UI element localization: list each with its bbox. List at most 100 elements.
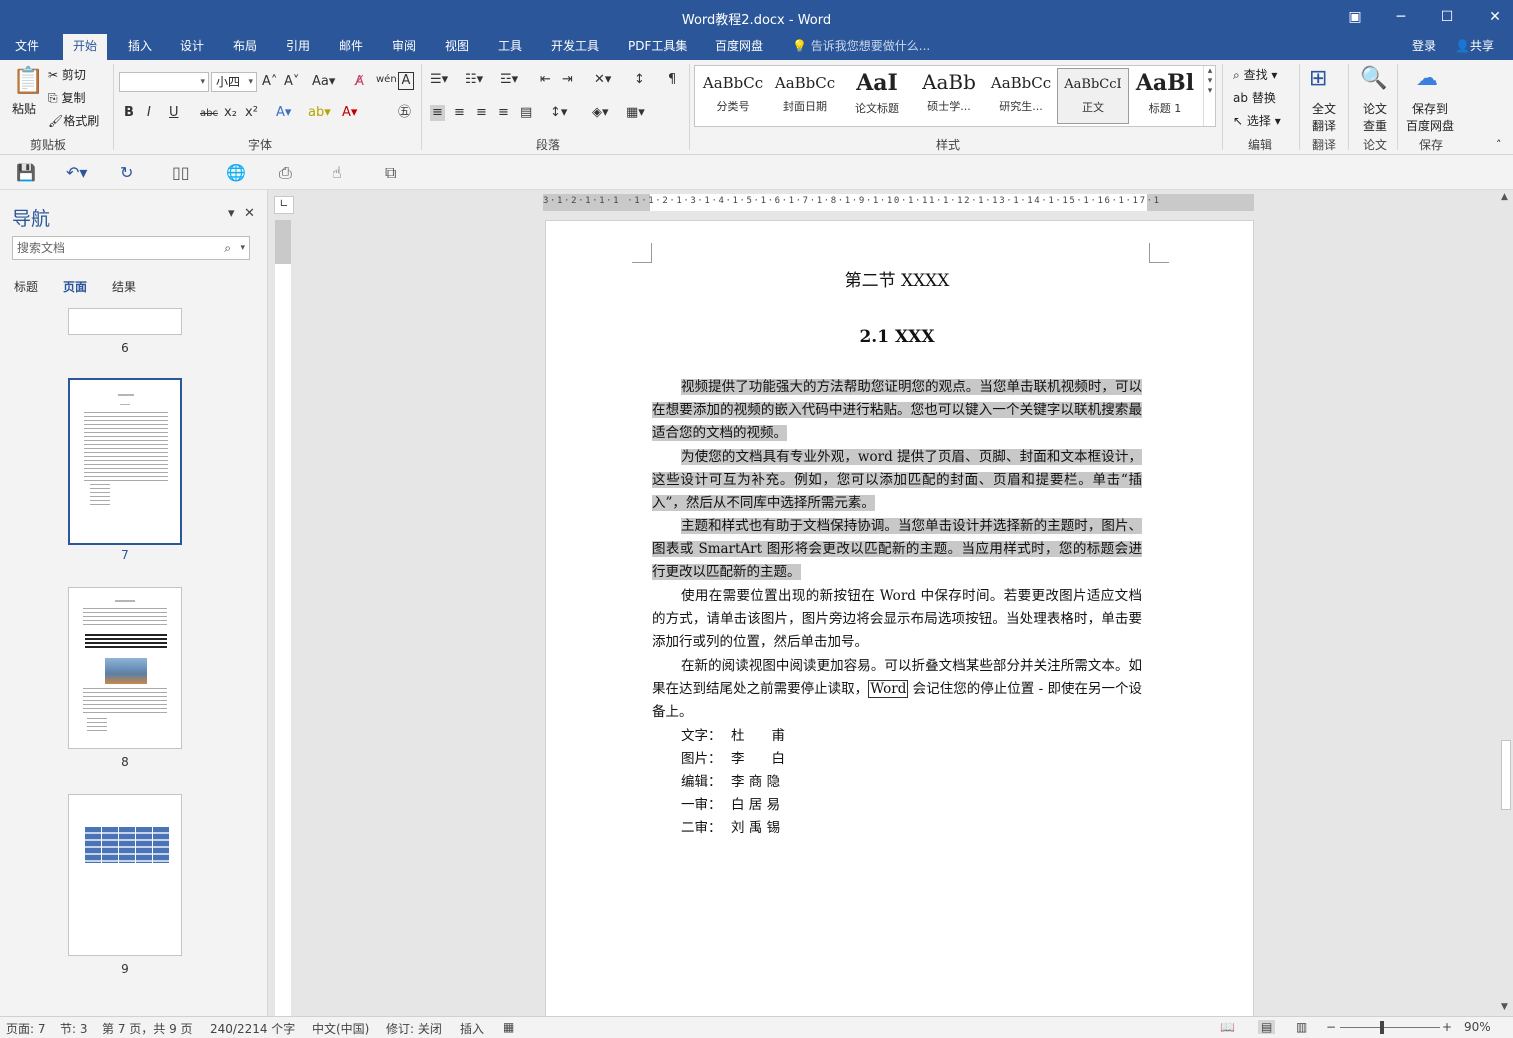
chinese-layout-icon[interactable]: ✕▾ [594, 72, 611, 88]
ribbon-display-options-icon[interactable]: ▣ [1340, 6, 1370, 28]
select-button[interactable]: ↖ 选择 ▾ [1233, 112, 1281, 129]
tab-layout[interactable]: 布局 [223, 34, 267, 60]
font-color-icon[interactable]: A▾ [342, 105, 357, 121]
save-to-baidu-button[interactable]: 保存到 百度网盘 [1406, 100, 1454, 134]
tab-mailings[interactable]: 邮件 [329, 34, 373, 60]
clear-format-icon[interactable]: A̸ [355, 74, 364, 90]
text-effects-icon[interactable]: A▾ [276, 105, 291, 121]
tab-tools[interactable]: 工具 [488, 34, 532, 60]
zoom-in-icon[interactable]: + [1442, 1020, 1452, 1034]
print-preview-icon[interactable]: ⎙ [279, 163, 292, 183]
tab-file[interactable]: 文件 [5, 34, 49, 60]
nav-search-input[interactable]: 搜索文档 ⌕ ▾ [12, 236, 250, 260]
nav-tab-headings[interactable]: 标题 [14, 278, 38, 295]
line-spacing-icon[interactable]: ↕▾ [550, 105, 567, 121]
page-thumbnail-7[interactable] [68, 378, 182, 545]
grow-font-icon[interactable]: A˄ [262, 74, 277, 90]
tab-references[interactable]: 引用 [276, 34, 320, 60]
scroll-down-icon[interactable]: ▼ [1501, 1002, 1508, 1012]
read-mode-icon[interactable]: 📖 [1220, 1020, 1235, 1034]
styles-scroll[interactable]: ▴ ▾ ▾ [1203, 66, 1216, 126]
paste-button[interactable]: 粘贴 [12, 100, 36, 117]
minimize-icon[interactable]: ─ [1386, 6, 1416, 28]
zoom-level[interactable]: 90% [1464, 1020, 1491, 1034]
numbering-icon[interactable]: ☷▾ [465, 72, 483, 88]
undo-icon[interactable]: ↶▾ [66, 163, 87, 182]
chevron-down-icon[interactable]: ▾ [240, 237, 245, 259]
change-case-icon[interactable]: Aa▾ [312, 74, 335, 90]
redo-icon[interactable]: ↻ [120, 163, 133, 182]
style-paper-title[interactable]: AaI 论文标题 [841, 68, 913, 124]
nav-tab-pages[interactable]: 页面 [63, 278, 87, 295]
two-pages-icon[interactable]: ▯▯ [172, 163, 190, 182]
sort-icon[interactable]: ↕ [634, 72, 645, 88]
strikethrough-button[interactable]: abc [200, 106, 218, 122]
justify-icon[interactable]: ≡ [498, 105, 509, 121]
align-right-icon[interactable]: ≡ [476, 105, 487, 121]
macro-record-icon[interactable]: ▦ [503, 1020, 514, 1034]
touch-mode-icon[interactable]: ☝ [332, 163, 342, 182]
underline-button[interactable]: U [169, 105, 179, 121]
tab-selector[interactable]: ∟ [274, 196, 294, 214]
zoom-slider[interactable] [1340, 1027, 1440, 1028]
tab-baidu-netdisk[interactable]: 百度网盘 [705, 34, 773, 60]
scroll-up-icon[interactable]: ▲ [1501, 192, 1508, 202]
translate-icon[interactable]: ⊞ [1309, 66, 1327, 91]
highlight-icon[interactable]: ab▾ [308, 105, 331, 121]
horizontal-ruler[interactable]: 3·1·2·1·1·1 ·1·1·2·1·3·1·4·1·5·1·6·1·7·1… [543, 194, 1254, 211]
bullets-icon[interactable]: ☰▾ [430, 72, 448, 88]
format-painter-button[interactable]: 🖌格式刷 [48, 112, 99, 129]
show-marks-icon[interactable]: ¶ [668, 72, 676, 88]
tab-home[interactable]: 开始 [63, 34, 108, 60]
login-link[interactable]: 登录 [1412, 34, 1436, 58]
tab-insert[interactable]: 插入 [118, 34, 162, 60]
font-size-select[interactable]: 小四 ▾ [211, 72, 257, 92]
tab-review[interactable]: 审阅 [382, 34, 426, 60]
save-icon[interactable]: 💾 [16, 163, 36, 182]
baidu-cloud-icon[interactable]: ☁ [1416, 66, 1438, 91]
status-page-of[interactable]: 第 7 页，共 9 页 [102, 1020, 193, 1037]
bold-button[interactable]: B [124, 105, 134, 121]
tab-design[interactable]: 设计 [170, 34, 214, 60]
style-normal[interactable]: AaBbCcI 正文 [1057, 68, 1129, 124]
status-page[interactable]: 页面: 7 [6, 1020, 46, 1037]
close-icon[interactable]: ✕ [244, 206, 255, 221]
style-masters[interactable]: AaBb 硕士学... [913, 68, 985, 124]
customize-icon[interactable]: ⧉ [385, 163, 396, 183]
phonetic-guide-icon[interactable]: wén [376, 72, 397, 88]
status-word-count[interactable]: 240/2214 个字 [210, 1020, 295, 1037]
style-graduate[interactable]: AaBbCc 研究生... [985, 68, 1057, 124]
close-icon[interactable]: ✕ [1480, 6, 1510, 28]
italic-button[interactable]: I [147, 105, 151, 121]
align-left-icon[interactable]: ≡ [430, 105, 445, 121]
search-icon[interactable]: ⌕ [224, 237, 231, 259]
copy-button[interactable]: ⎘ 复制 [48, 89, 85, 106]
page-thumbnail-6[interactable] [68, 308, 182, 335]
shading-icon[interactable]: ◈▾ [592, 105, 609, 121]
decrease-indent-icon[interactable]: ⇤ [540, 72, 551, 88]
document-page[interactable]: 第二节 XXXX 2.1 XXX 视频提供了功能强大的方法帮助您证明您的观点。当… [545, 220, 1254, 1020]
share-button[interactable]: 👤共享 [1455, 34, 1494, 58]
vertical-ruler[interactable] [275, 220, 291, 1016]
vertical-scrollbar[interactable]: ▲ ▼ [1499, 190, 1513, 1016]
superscript-button[interactable]: x² [245, 105, 258, 121]
zoom-out-icon[interactable]: − [1326, 1020, 1336, 1034]
multilevel-list-icon[interactable]: ☲▾ [500, 72, 518, 88]
find-button[interactable]: ⌕ 查找 ▾ [1233, 66, 1277, 83]
thesis-check-icon[interactable]: 🔍 [1360, 66, 1387, 91]
maximize-icon[interactable]: ☐ [1432, 6, 1462, 28]
character-border-icon[interactable]: A [398, 72, 414, 90]
web-layout-view-icon[interactable]: ▥ [1296, 1020, 1307, 1034]
collapse-ribbon-icon[interactable]: ˄ [1496, 138, 1502, 151]
subscript-button[interactable]: x₂ [224, 105, 237, 121]
cut-button[interactable]: ✂ 剪切 [48, 66, 86, 83]
nav-options-icon[interactable]: ▾ [228, 206, 235, 221]
tell-me-box[interactable]: 💡 告诉我您想要做什么... [792, 34, 930, 58]
enclose-characters-icon[interactable]: ㊄ [398, 105, 411, 121]
status-section[interactable]: 节: 3 [60, 1020, 88, 1037]
status-insert-mode[interactable]: 插入 [460, 1020, 484, 1037]
tab-developer[interactable]: 开发工具 [541, 34, 609, 60]
nav-tab-results[interactable]: 结果 [112, 278, 136, 295]
page-thumbnail-9[interactable] [68, 794, 182, 956]
page-thumbnail-8[interactable] [68, 587, 182, 749]
